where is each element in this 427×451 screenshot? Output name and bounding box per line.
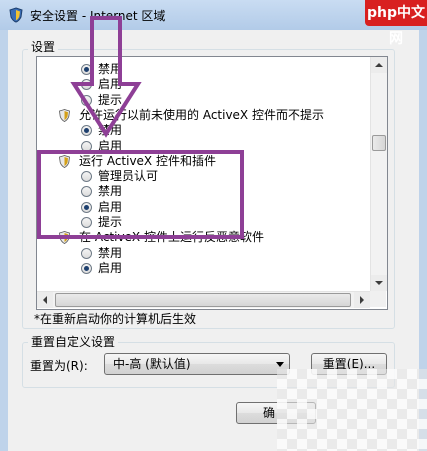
setting-header[interactable]: 在 ActiveX 控件上运行反恶意软件 <box>59 229 387 245</box>
setting-option-radio[interactable]: 启用 <box>81 76 281 92</box>
setting-option-label: 启用 <box>98 77 123 91</box>
scroll-corner <box>370 291 386 307</box>
radio-unselected-icon[interactable] <box>81 79 92 90</box>
title-bar: 安全设置 - Internet 区域 <box>0 0 427 31</box>
radio-selected-icon[interactable] <box>81 202 92 213</box>
horizontal-scroll-thumb[interactable] <box>55 293 351 307</box>
radio-selected-icon[interactable] <box>81 125 92 136</box>
setting-option-radio[interactable]: 启用 <box>81 260 281 276</box>
setting-option-label: 禁用 <box>98 246 123 260</box>
setting-option-radio[interactable]: 禁用 <box>81 245 281 261</box>
reset-group-label: 重置自定义设置 <box>28 333 119 350</box>
chevron-right-icon <box>360 296 364 304</box>
setting-option-label: 提示 <box>98 93 123 107</box>
setting-shield-icon <box>59 155 70 168</box>
radio-unselected-icon[interactable] <box>81 171 92 182</box>
horizontal-scrollbar[interactable] <box>37 291 370 308</box>
window-title: 安全设置 - Internet 区域 <box>30 9 166 23</box>
chevron-up-icon <box>375 63 383 67</box>
setting-option-label: 提示 <box>98 215 123 229</box>
setting-header[interactable]: 允许运行以前未使用的 ActiveX 控件而不提示 <box>59 107 387 123</box>
dropdown-arrow-icon <box>276 362 284 367</box>
setting-option-radio[interactable]: 禁用 <box>81 122 281 138</box>
security-level-value: 中-高 (默认值) <box>113 357 191 371</box>
shield-settings-icon <box>9 7 23 23</box>
setting-option-label: 禁用 <box>98 184 123 198</box>
scroll-up-button[interactable] <box>371 57 387 73</box>
settings-list[interactable]: 禁用 启用 提示 允许运行以前未使用的 ActiveX 控件而不提示 禁用 启用 运行 Ac… <box>36 56 388 310</box>
radio-unselected-icon[interactable] <box>81 248 92 259</box>
setting-header[interactable]: 运行 ActiveX 控件和插件 <box>59 153 387 169</box>
radio-unselected-icon[interactable] <box>81 217 92 228</box>
watermark-pattern <box>277 369 427 451</box>
setting-option-radio[interactable]: 禁用 <box>81 61 281 77</box>
vertical-scroll-thumb[interactable] <box>372 135 386 151</box>
setting-option-label: 禁用 <box>98 62 123 76</box>
settings-group-label: 设置 <box>28 38 59 55</box>
setting-header-label: 允许运行以前未使用的 ActiveX 控件而不提示 <box>79 108 324 122</box>
setting-option-label: 启用 <box>98 139 123 153</box>
setting-option-radio[interactable]: 启用 <box>81 138 281 154</box>
setting-option-radio[interactable]: 禁用 <box>81 183 281 199</box>
setting-option-radio[interactable]: 启用 <box>81 199 281 215</box>
restart-note: *在重新启动你的计算机后生效 <box>34 312 197 326</box>
radio-selected-icon[interactable] <box>81 64 92 75</box>
setting-option-label: 启用 <box>98 261 123 275</box>
setting-option-label: 禁用 <box>98 123 123 137</box>
reset-to-label: 重置为(R): <box>30 359 88 373</box>
setting-option-radio[interactable]: 提示 <box>81 214 281 230</box>
scroll-left-button[interactable] <box>37 292 53 308</box>
vertical-scrollbar[interactable] <box>370 57 387 291</box>
window-frame-left <box>0 30 8 451</box>
setting-option-label: 启用 <box>98 200 123 214</box>
radio-unselected-icon[interactable] <box>81 95 92 106</box>
watermark-logo: php中文网 <box>365 0 427 47</box>
setting-option-radio[interactable]: 管理员认可 <box>81 168 281 184</box>
security-level-select[interactable]: 中-高 (默认值) <box>104 353 290 375</box>
scroll-down-button[interactable] <box>371 275 387 291</box>
setting-shield-icon <box>59 231 70 244</box>
chevron-down-icon <box>375 281 383 285</box>
setting-option-radio[interactable]: 提示 <box>81 92 281 108</box>
scroll-right-button[interactable] <box>354 292 370 308</box>
setting-header-label: 在 ActiveX 控件上运行反恶意软件 <box>79 230 264 244</box>
setting-header-label: 运行 ActiveX 控件和插件 <box>79 154 216 168</box>
chevron-left-icon <box>43 296 47 304</box>
radio-unselected-icon[interactable] <box>81 141 92 152</box>
setting-option-label: 管理员认可 <box>98 169 159 183</box>
radio-unselected-icon[interactable] <box>81 186 92 197</box>
radio-selected-icon[interactable] <box>81 263 92 274</box>
setting-shield-icon <box>59 109 70 122</box>
